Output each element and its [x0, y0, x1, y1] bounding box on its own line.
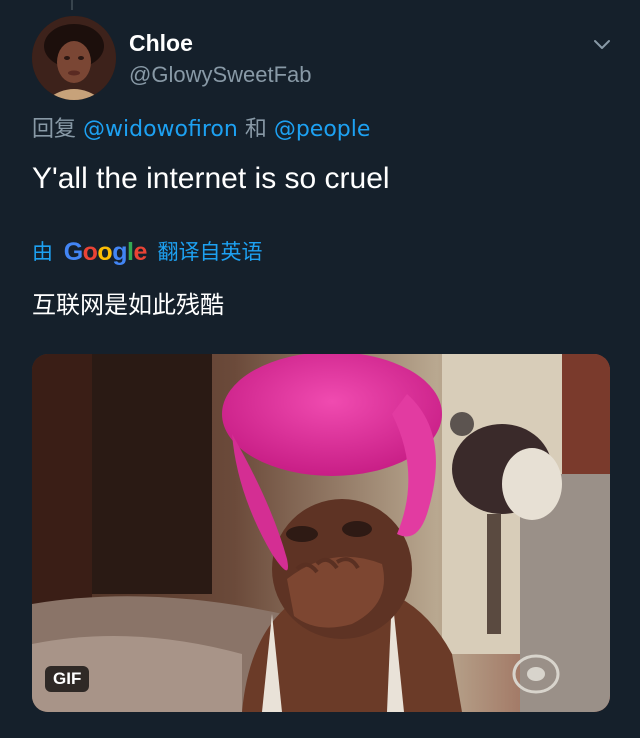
reply-conjunction: 和 — [244, 117, 267, 142]
translated-from-label: 翻译自英语 — [157, 240, 263, 264]
mention-people[interactable]: @people — [274, 117, 371, 142]
translated-tweet-text: 互联网是如此残酷 — [32, 291, 224, 319]
avatar[interactable] — [32, 16, 116, 100]
translated-by-google-link[interactable]: 由 Google 翻译自英语 — [32, 236, 263, 268]
gif-media[interactable]: GIF — [32, 354, 610, 712]
replying-to-line: 回复 @widowofiron 和 @people — [32, 116, 370, 144]
mention-widowofiron[interactable]: @widowofiron — [83, 117, 238, 142]
avatar-image — [32, 16, 116, 100]
thread-connector-line — [71, 0, 73, 10]
display-name[interactable]: Chloe — [129, 28, 193, 58]
tweet-text: Y'all the internet is so cruel — [32, 162, 390, 195]
user-handle[interactable]: @GlowySweetFab — [129, 61, 312, 89]
gif-badge: GIF — [45, 666, 90, 692]
gif-image — [32, 354, 610, 712]
chevron-down-icon[interactable] — [588, 30, 616, 58]
google-logo: Google — [63, 238, 148, 266]
translated-by-label: 由 — [32, 240, 53, 264]
reply-prefix: 回复 — [32, 117, 77, 142]
